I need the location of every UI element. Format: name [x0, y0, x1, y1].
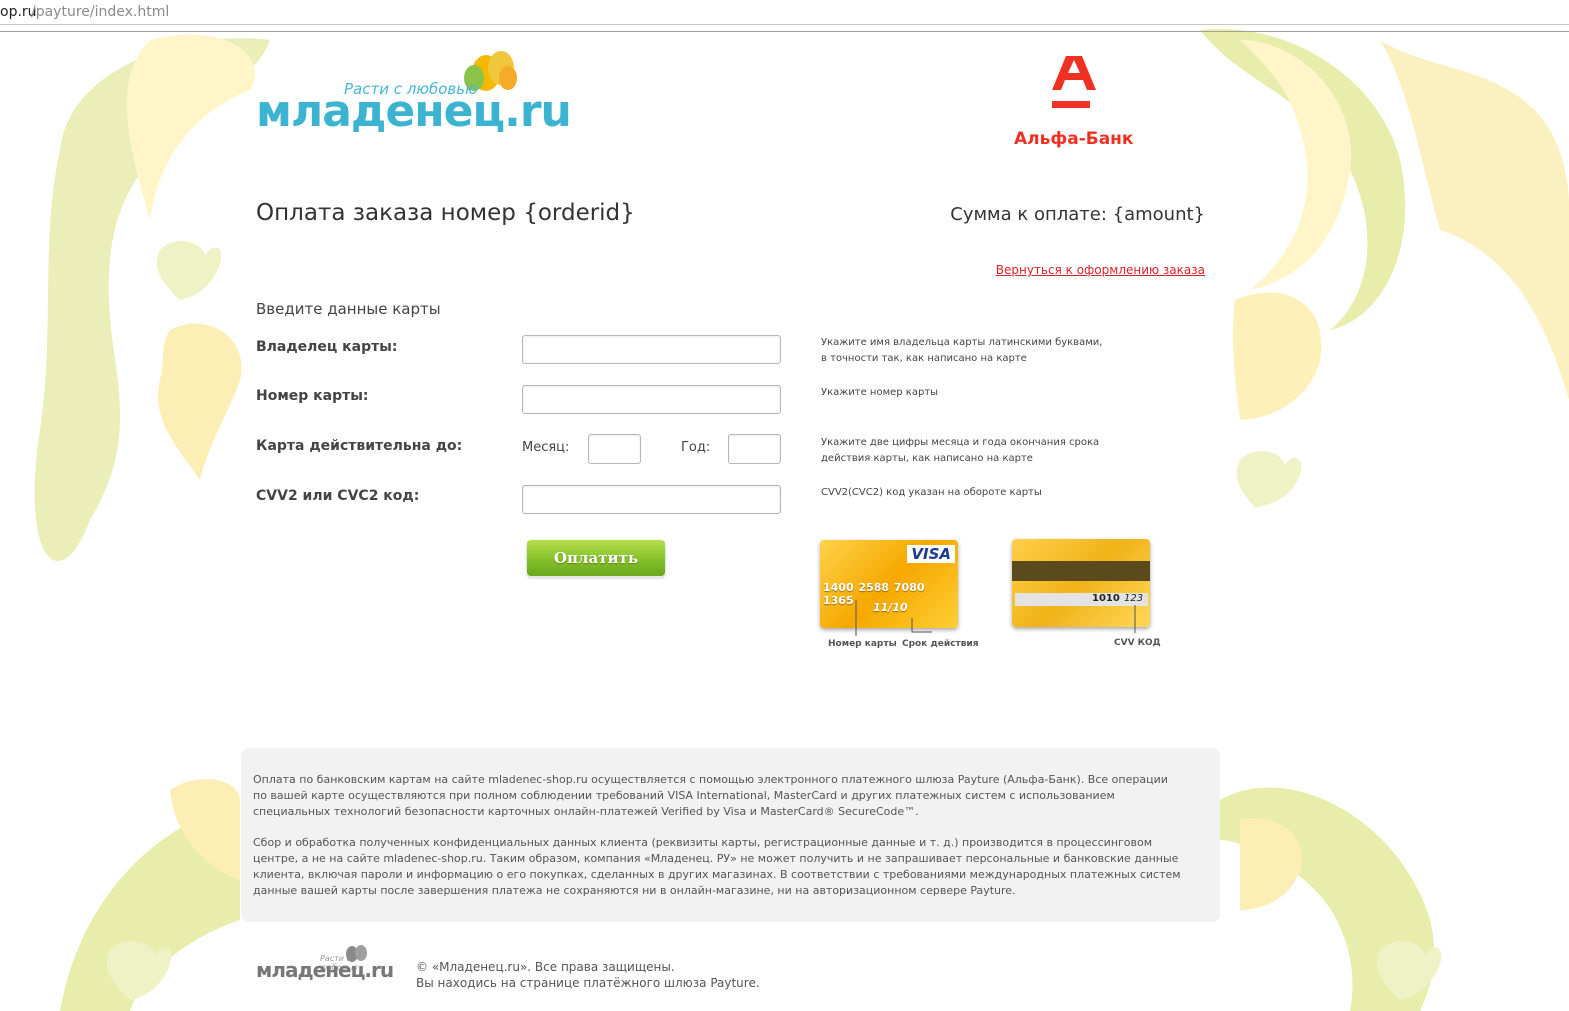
caption-card-number: Номер карты — [828, 639, 897, 649]
expiry-year-input[interactable] — [728, 434, 781, 464]
holder-label: Владелец карты: — [256, 339, 398, 355]
amount-due: Сумма к оплате: {amount} — [950, 204, 1205, 225]
card-front-pointers — [855, 600, 932, 636]
magnetic-stripe — [1012, 561, 1150, 581]
divider — [0, 31, 1569, 32]
security-info-box: Оплата по банковским картам на сайте mla… — [241, 748, 1220, 922]
holder-hint-line1: Укажите имя владельца карты латинскими б… — [821, 337, 1103, 348]
info-p2-line4: данные вашей карты после завершения плат… — [253, 884, 1016, 897]
holder-hint: Укажите имя владельца карты латинскими б… — [821, 335, 1141, 367]
info-p2-line3: клиента, включая пароли и информацию о е… — [253, 868, 1181, 881]
gateway-note: Вы находись на странице платёжного шлюза… — [416, 976, 760, 990]
expiry-hint-line1: Укажите две цифры месяца и года окончани… — [821, 437, 1100, 448]
url-path: /payture/index.html — [31, 4, 170, 20]
caption-card-expiry: Срок действия — [902, 639, 979, 649]
logo-text: младенец.ru — [256, 86, 572, 137]
pay-button[interactable]: Оплатить — [527, 540, 665, 576]
visa-logo: VISA — [907, 545, 955, 563]
card-back-pointer — [1134, 605, 1136, 633]
address-bar[interactable]: op.ru /payture/index.html — [0, 0, 1569, 25]
copyright-line: © «Младенец.ru». Все права защищены. — [416, 960, 675, 974]
footer-logo-text: младенец.ru — [256, 958, 394, 982]
number-hint: Укажите номер карты — [821, 387, 939, 398]
info-p1-line1: Оплата по банковским картам на сайте mla… — [253, 773, 1168, 786]
info-paragraph-1: Оплата по банковским картам на сайте mla… — [253, 772, 1203, 820]
info-p2-line1: Сбор и обработка полученных конфиденциал… — [253, 836, 1153, 849]
holder-hint-line2: в точности так, как написано на карте — [821, 353, 1027, 364]
footer-logo: Расти с любовью младенец.ru — [256, 944, 394, 989]
payment-page: op.ru /payture/index.html Расти с любовь… — [0, 0, 1569, 1011]
alfa-bank-icon — [1052, 56, 1096, 108]
info-paragraph-2: Сбор и обработка полученных конфиденциал… — [253, 835, 1203, 899]
order-title: Оплата заказа номер {orderid} — [256, 200, 635, 226]
year-label: Год: — [681, 440, 711, 455]
cvv-input[interactable] — [522, 485, 781, 514]
bank-name: Альфа-Банк — [1014, 129, 1134, 149]
expiry-hint-line2: действия карты, как написано на карте — [821, 453, 1033, 464]
info-p2-line2: центре, а не на сайте mladenec-shop.ru. … — [253, 852, 1179, 865]
back-card-cvv: 123 — [1124, 593, 1144, 604]
shop-logo: Расти с любовью младенец.ru — [256, 48, 572, 148]
cvv-label: CVV2 или CVC2 код: — [256, 488, 420, 504]
number-label: Номер карты: — [256, 388, 369, 404]
card-number-input[interactable] — [522, 385, 781, 414]
footer-text: © «Младенец.ru». Все права защищены. Вы … — [416, 959, 760, 991]
cvv-hint: CVV2(CVC2) код указан на обороте карты — [821, 487, 1042, 498]
expiry-hint: Укажите две цифры месяца и года окончани… — [821, 435, 1141, 467]
caption-cvv: CVV КОД — [1114, 638, 1161, 648]
expiry-label: Карта действительна до: — [256, 438, 463, 454]
card-form-heading: Введите данные карты — [256, 300, 441, 318]
info-p1-line2: по вашей карте осуществляются при полном… — [253, 789, 1115, 802]
card-holder-input[interactable] — [522, 335, 781, 364]
info-p1-line3: специальных технологий безопасности карт… — [253, 805, 919, 818]
return-to-checkout-link[interactable]: Вернуться к оформлению заказа — [996, 263, 1205, 277]
expiry-month-input[interactable] — [588, 434, 641, 464]
month-label: Месяц: — [522, 440, 570, 455]
back-card-number: 1010 — [1092, 593, 1120, 604]
